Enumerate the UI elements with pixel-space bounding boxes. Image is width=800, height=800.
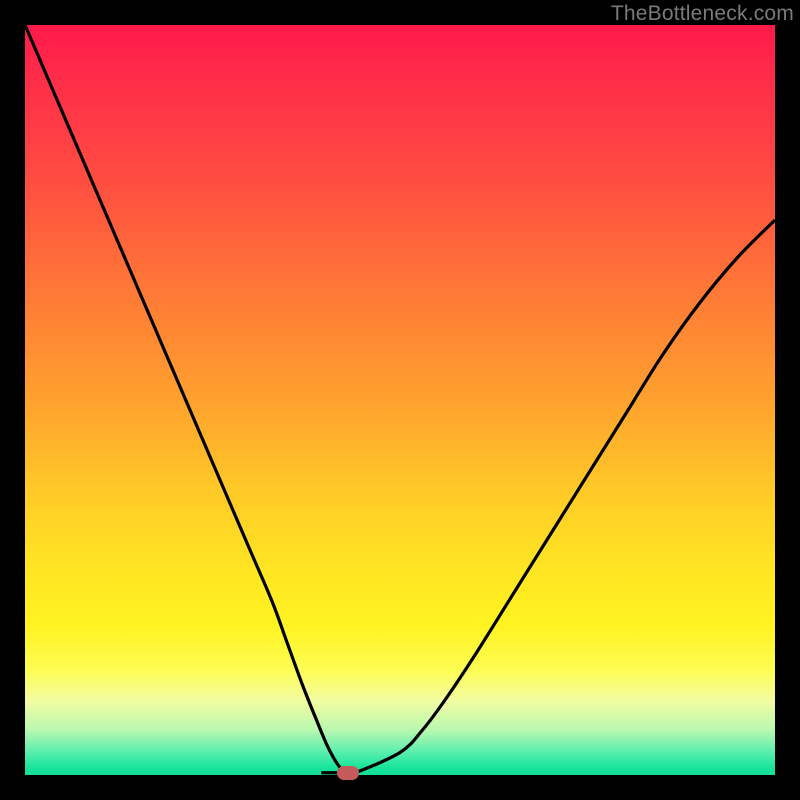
chart-curve-layer (25, 25, 775, 775)
chart-frame (25, 25, 775, 775)
bottleneck-curve (25, 25, 775, 774)
optimal-point-marker (337, 766, 359, 780)
watermark-text: TheBottleneck.com (611, 2, 794, 26)
